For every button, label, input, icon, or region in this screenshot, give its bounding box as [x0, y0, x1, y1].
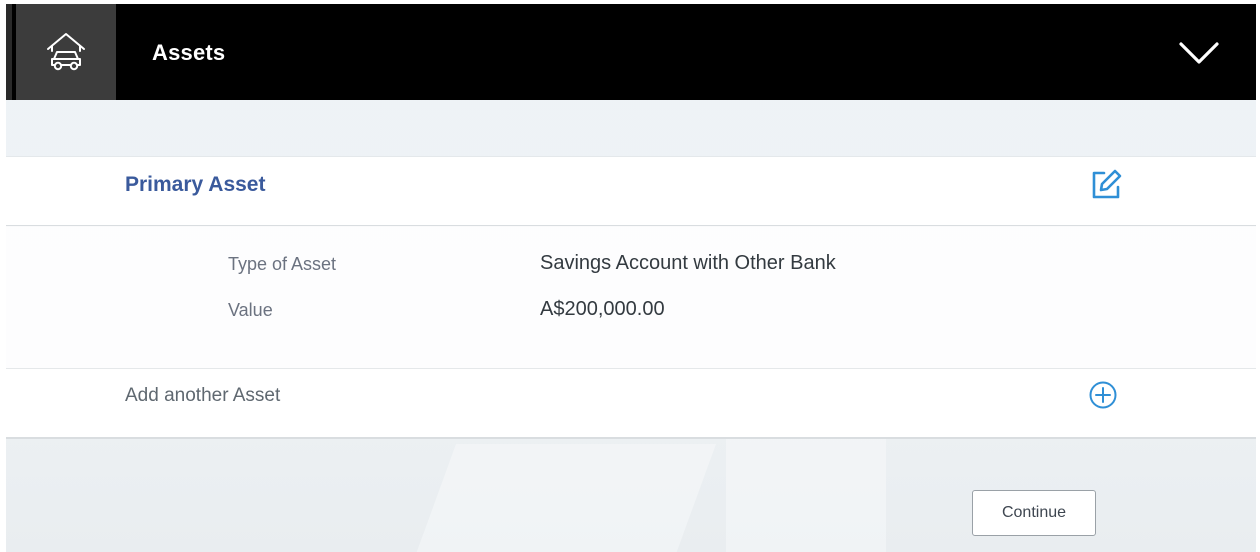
primary-asset-title: Primary Asset: [125, 173, 266, 196]
edit-icon[interactable]: [1088, 167, 1124, 203]
primary-asset-row: Primary Asset: [6, 156, 1256, 227]
value-label: Value: [228, 300, 273, 320]
assets-panel: Assets Primary Asset Type of Asset Savin…: [6, 4, 1256, 552]
background-decoration: [415, 444, 717, 552]
background-decoration: [726, 434, 886, 552]
type-of-asset-value: Savings Account with Other Bank: [540, 252, 836, 274]
value-amount: A$200,000.00: [540, 298, 665, 320]
continue-button[interactable]: Continue: [972, 490, 1096, 536]
add-circle-icon[interactable]: [1087, 379, 1119, 411]
car-home-icon: [47, 33, 85, 71]
section-title: Assets: [152, 40, 226, 65]
add-asset-row[interactable]: Add another Asset: [6, 368, 1256, 439]
header-icon-box: [16, 4, 116, 100]
asset-details: Type of Asset Savings Account with Other…: [6, 226, 1256, 368]
add-asset-label: Add another Asset: [125, 385, 281, 406]
chevron-down-icon[interactable]: [1178, 38, 1220, 68]
section-header[interactable]: Assets: [6, 4, 1256, 100]
type-of-asset-label: Type of Asset: [228, 254, 337, 274]
header-accent: [6, 4, 12, 100]
